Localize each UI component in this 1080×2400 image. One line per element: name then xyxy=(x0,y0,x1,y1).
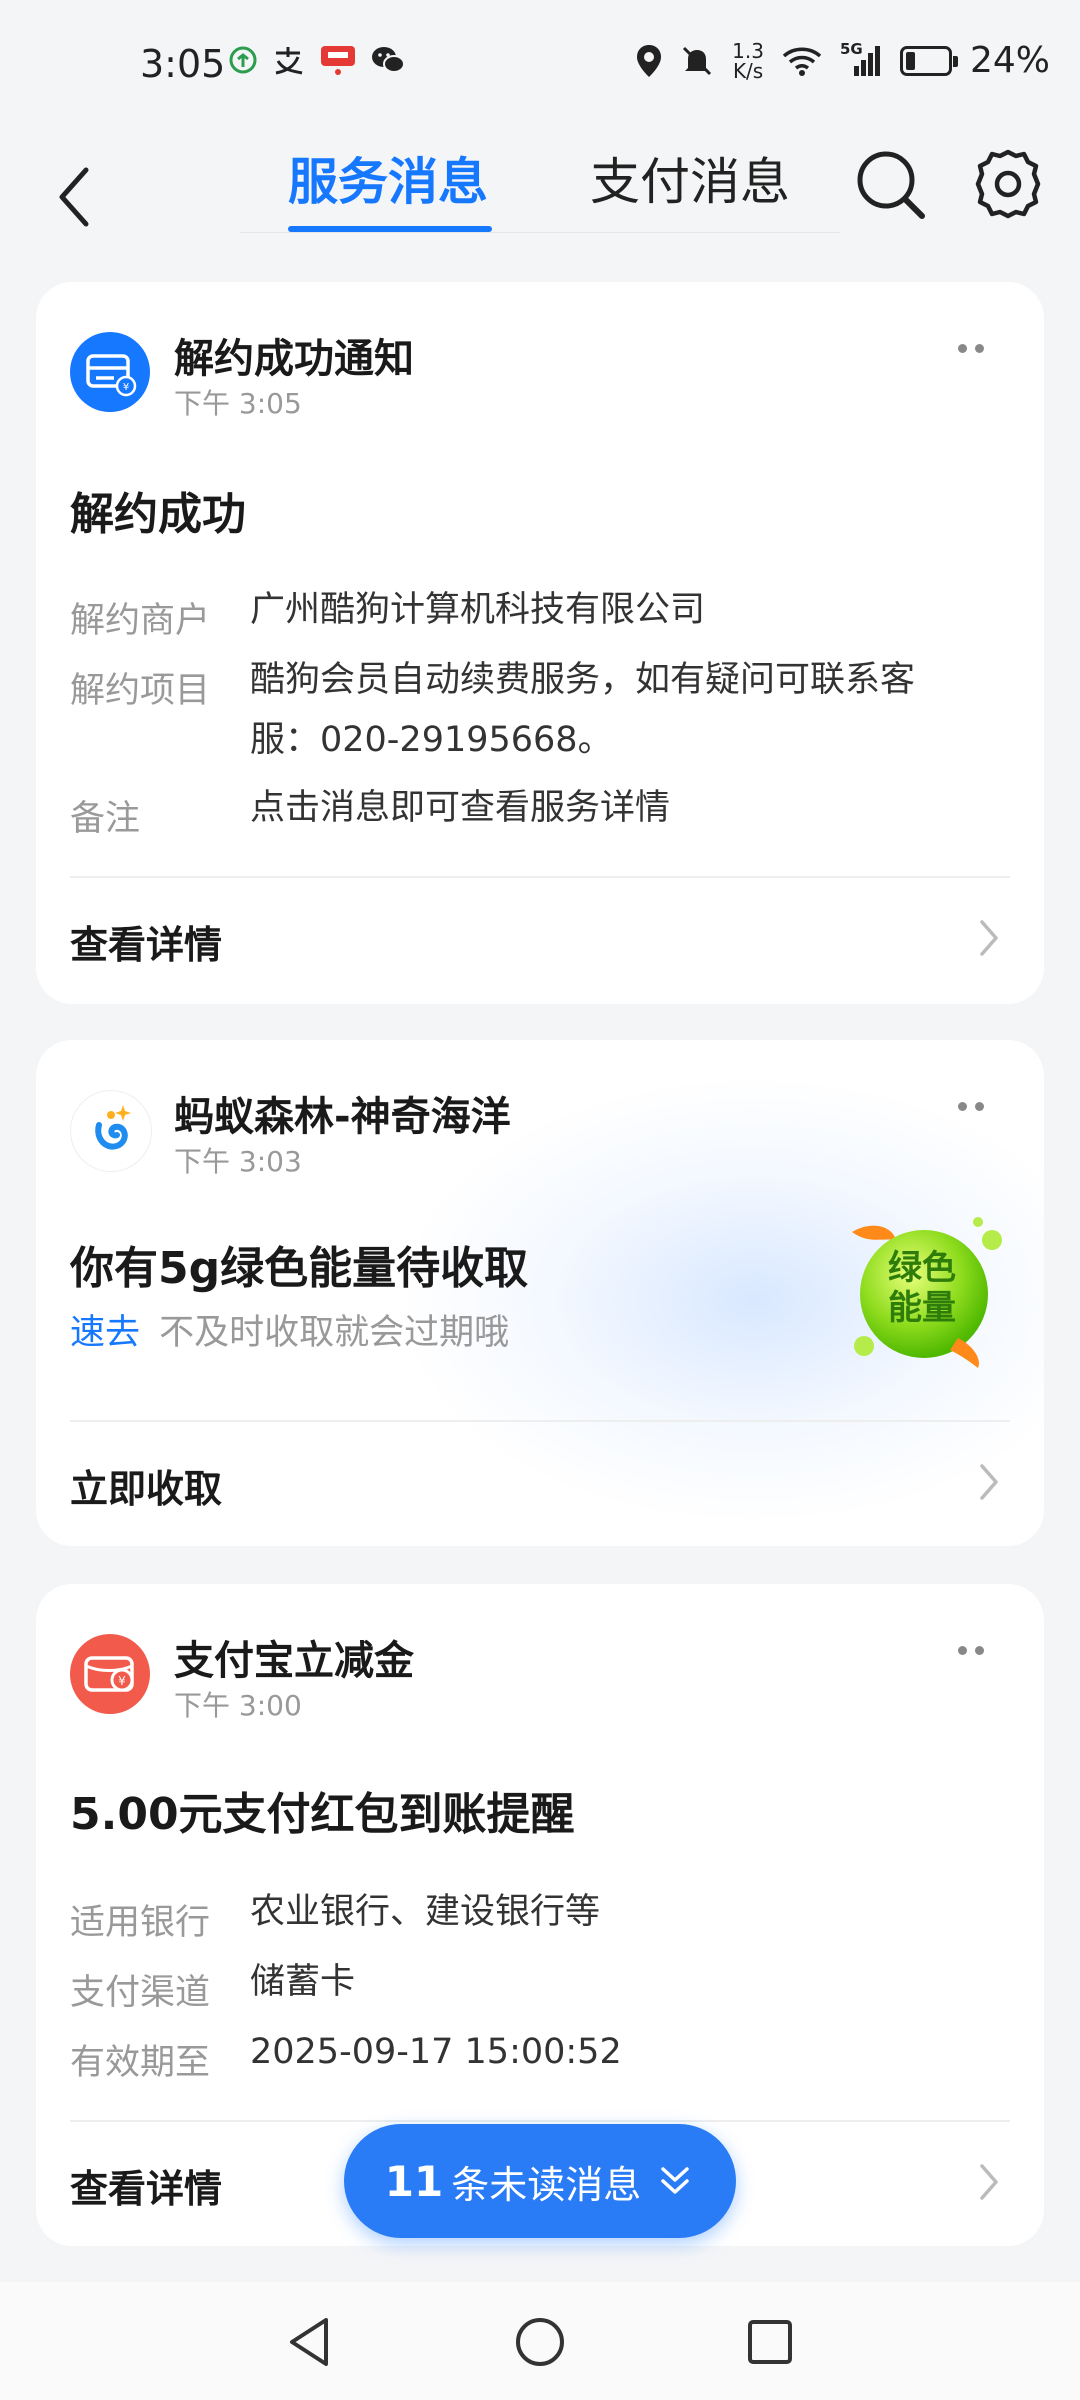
channel-value: 储蓄卡 xyxy=(250,1962,356,2002)
card-time: 下午 3:05 xyxy=(174,387,302,420)
active-tab-indicator xyxy=(288,226,492,232)
merchant-value: 广州酷狗计算机科技有限公司 xyxy=(250,590,706,630)
settings-button[interactable] xyxy=(972,146,1044,222)
battery-icon xyxy=(899,45,958,76)
wifi-icon xyxy=(782,47,822,76)
card-divider xyxy=(70,2120,1010,2122)
discount-avatar: ¥ xyxy=(70,1634,150,1714)
speed-value: 1.3 xyxy=(732,38,764,63)
tab-divider xyxy=(240,232,840,233)
search-icon xyxy=(857,151,925,219)
header: 服务消息 支付消息 xyxy=(0,130,1080,240)
gear-icon xyxy=(975,149,1041,219)
expiry-label: 有效期至 xyxy=(70,2043,211,2083)
note-label: 备注 xyxy=(70,799,141,839)
view-details-button[interactable]: 查看详情 xyxy=(70,2158,222,2213)
ant-forest-icon xyxy=(229,46,257,74)
merchant-label: 解约商户 xyxy=(70,601,211,641)
green-energy-badge: 绿色 能量 xyxy=(842,1210,1002,1370)
bank-value: 农业银行、建设银行等 xyxy=(250,1892,601,1932)
card-time: 下午 3:00 xyxy=(174,1689,302,1722)
chevron-right-icon xyxy=(980,2164,998,2200)
unread-messages-button[interactable]: 11 条未读消息 xyxy=(344,2124,736,2238)
more-options-button[interactable] xyxy=(958,1102,992,1114)
card-divider xyxy=(70,876,1010,878)
badge-line-2: 能量 xyxy=(888,1288,956,1328)
card-heading: 5.00元支付红包到账提醒 xyxy=(70,1789,575,1840)
card-time: 下午 3:03 xyxy=(174,1145,302,1178)
notification-icons xyxy=(228,44,406,76)
card-title: 支付宝立减金 xyxy=(174,1638,414,1684)
badge-line-1: 绿色 xyxy=(888,1248,956,1288)
red-app-icon xyxy=(321,46,355,75)
energy-subtext-row: 速去 不及时收取就会过期哦 xyxy=(70,1304,509,1355)
status-bar: 3:05 1.3 K/s 5G 24% xyxy=(0,0,1080,130)
battery-percent: 24% xyxy=(969,40,1050,81)
mute-icon xyxy=(683,46,712,75)
nav-back-icon[interactable] xyxy=(280,2312,340,2372)
system-status-icons: 1.3 K/s 5G 24% xyxy=(636,40,1050,81)
alipay-icon xyxy=(275,47,303,75)
unread-label: 条未读消息 xyxy=(451,2162,642,2207)
bank-label: 适用银行 xyxy=(70,1903,211,1943)
back-arrow-icon xyxy=(59,167,89,227)
expire-hint: 不及时收取就会过期哦 xyxy=(159,1313,510,1353)
more-options-button[interactable] xyxy=(958,344,992,356)
message-card-ant-forest[interactable]: 蚂蚁森林-神奇海洋 下午 3:03 你有5g绿色能量待收取 速去 不及时收取就会… xyxy=(36,1040,1044,1546)
location-icon xyxy=(637,44,662,77)
collect-now-button[interactable]: 立即收取 xyxy=(70,1458,222,1513)
unsubscribe-avatar: ¥ xyxy=(70,332,150,412)
network-speed: 1.3 K/s xyxy=(732,41,764,81)
back-button[interactable] xyxy=(46,150,106,230)
signal-icon: 5G xyxy=(840,40,882,78)
nav-home-icon[interactable] xyxy=(510,2312,570,2372)
card-title: 蚂蚁森林-神奇海洋 xyxy=(174,1094,511,1140)
card-heading: 你有5g绿色能量待收取 xyxy=(70,1243,529,1294)
project-value: 酷狗会员自动续费服务，如有疑问可联系客服：020-29195668。 xyxy=(250,660,916,760)
ocean-swirl-icon xyxy=(95,1105,131,1150)
project-label: 解约项目 xyxy=(70,671,211,711)
go-now-link[interactable]: 速去 xyxy=(70,1313,140,1353)
chevron-right-icon xyxy=(980,1464,998,1500)
svg-text:¥: ¥ xyxy=(118,1674,126,1688)
card-heading: 解约成功 xyxy=(70,489,246,540)
wechat-icon xyxy=(372,47,405,73)
tab-service-messages[interactable]: 服务消息 xyxy=(288,142,488,214)
note-value: 点击消息即可查看服务详情 xyxy=(250,788,671,828)
network-type: 5G xyxy=(839,39,863,58)
chevron-right-icon xyxy=(980,920,998,956)
nav-recents-icon[interactable] xyxy=(740,2312,800,2372)
expiry-value: 2025-09-17 15:00:52 xyxy=(250,2032,622,2072)
unread-count: 11 xyxy=(384,2156,444,2206)
channel-label: 支付渠道 xyxy=(70,1973,211,2013)
status-time: 3:05 xyxy=(140,42,226,86)
svg-text:¥: ¥ xyxy=(123,382,129,393)
red-packet-icon: ¥ xyxy=(84,1656,134,1692)
system-navigation-bar xyxy=(0,2282,1080,2400)
view-details-button[interactable]: 查看详情 xyxy=(70,914,222,969)
search-button[interactable] xyxy=(852,146,928,222)
message-card-unsubscribe[interactable]: ¥ 解约成功通知 下午 3:05 解约成功 解约商户 广州酷狗计算机科技有限公司… xyxy=(36,282,1044,1004)
card-title: 解约成功通知 xyxy=(174,336,414,382)
ant-forest-avatar xyxy=(70,1090,152,1172)
wallet-icon: ¥ xyxy=(86,354,137,397)
speed-unit: K/s xyxy=(732,58,764,83)
tab-payment-messages[interactable]: 支付消息 xyxy=(590,142,790,214)
double-chevron-down-icon xyxy=(661,2167,689,2194)
card-divider xyxy=(70,1420,1010,1422)
more-options-button[interactable] xyxy=(958,1646,992,1658)
